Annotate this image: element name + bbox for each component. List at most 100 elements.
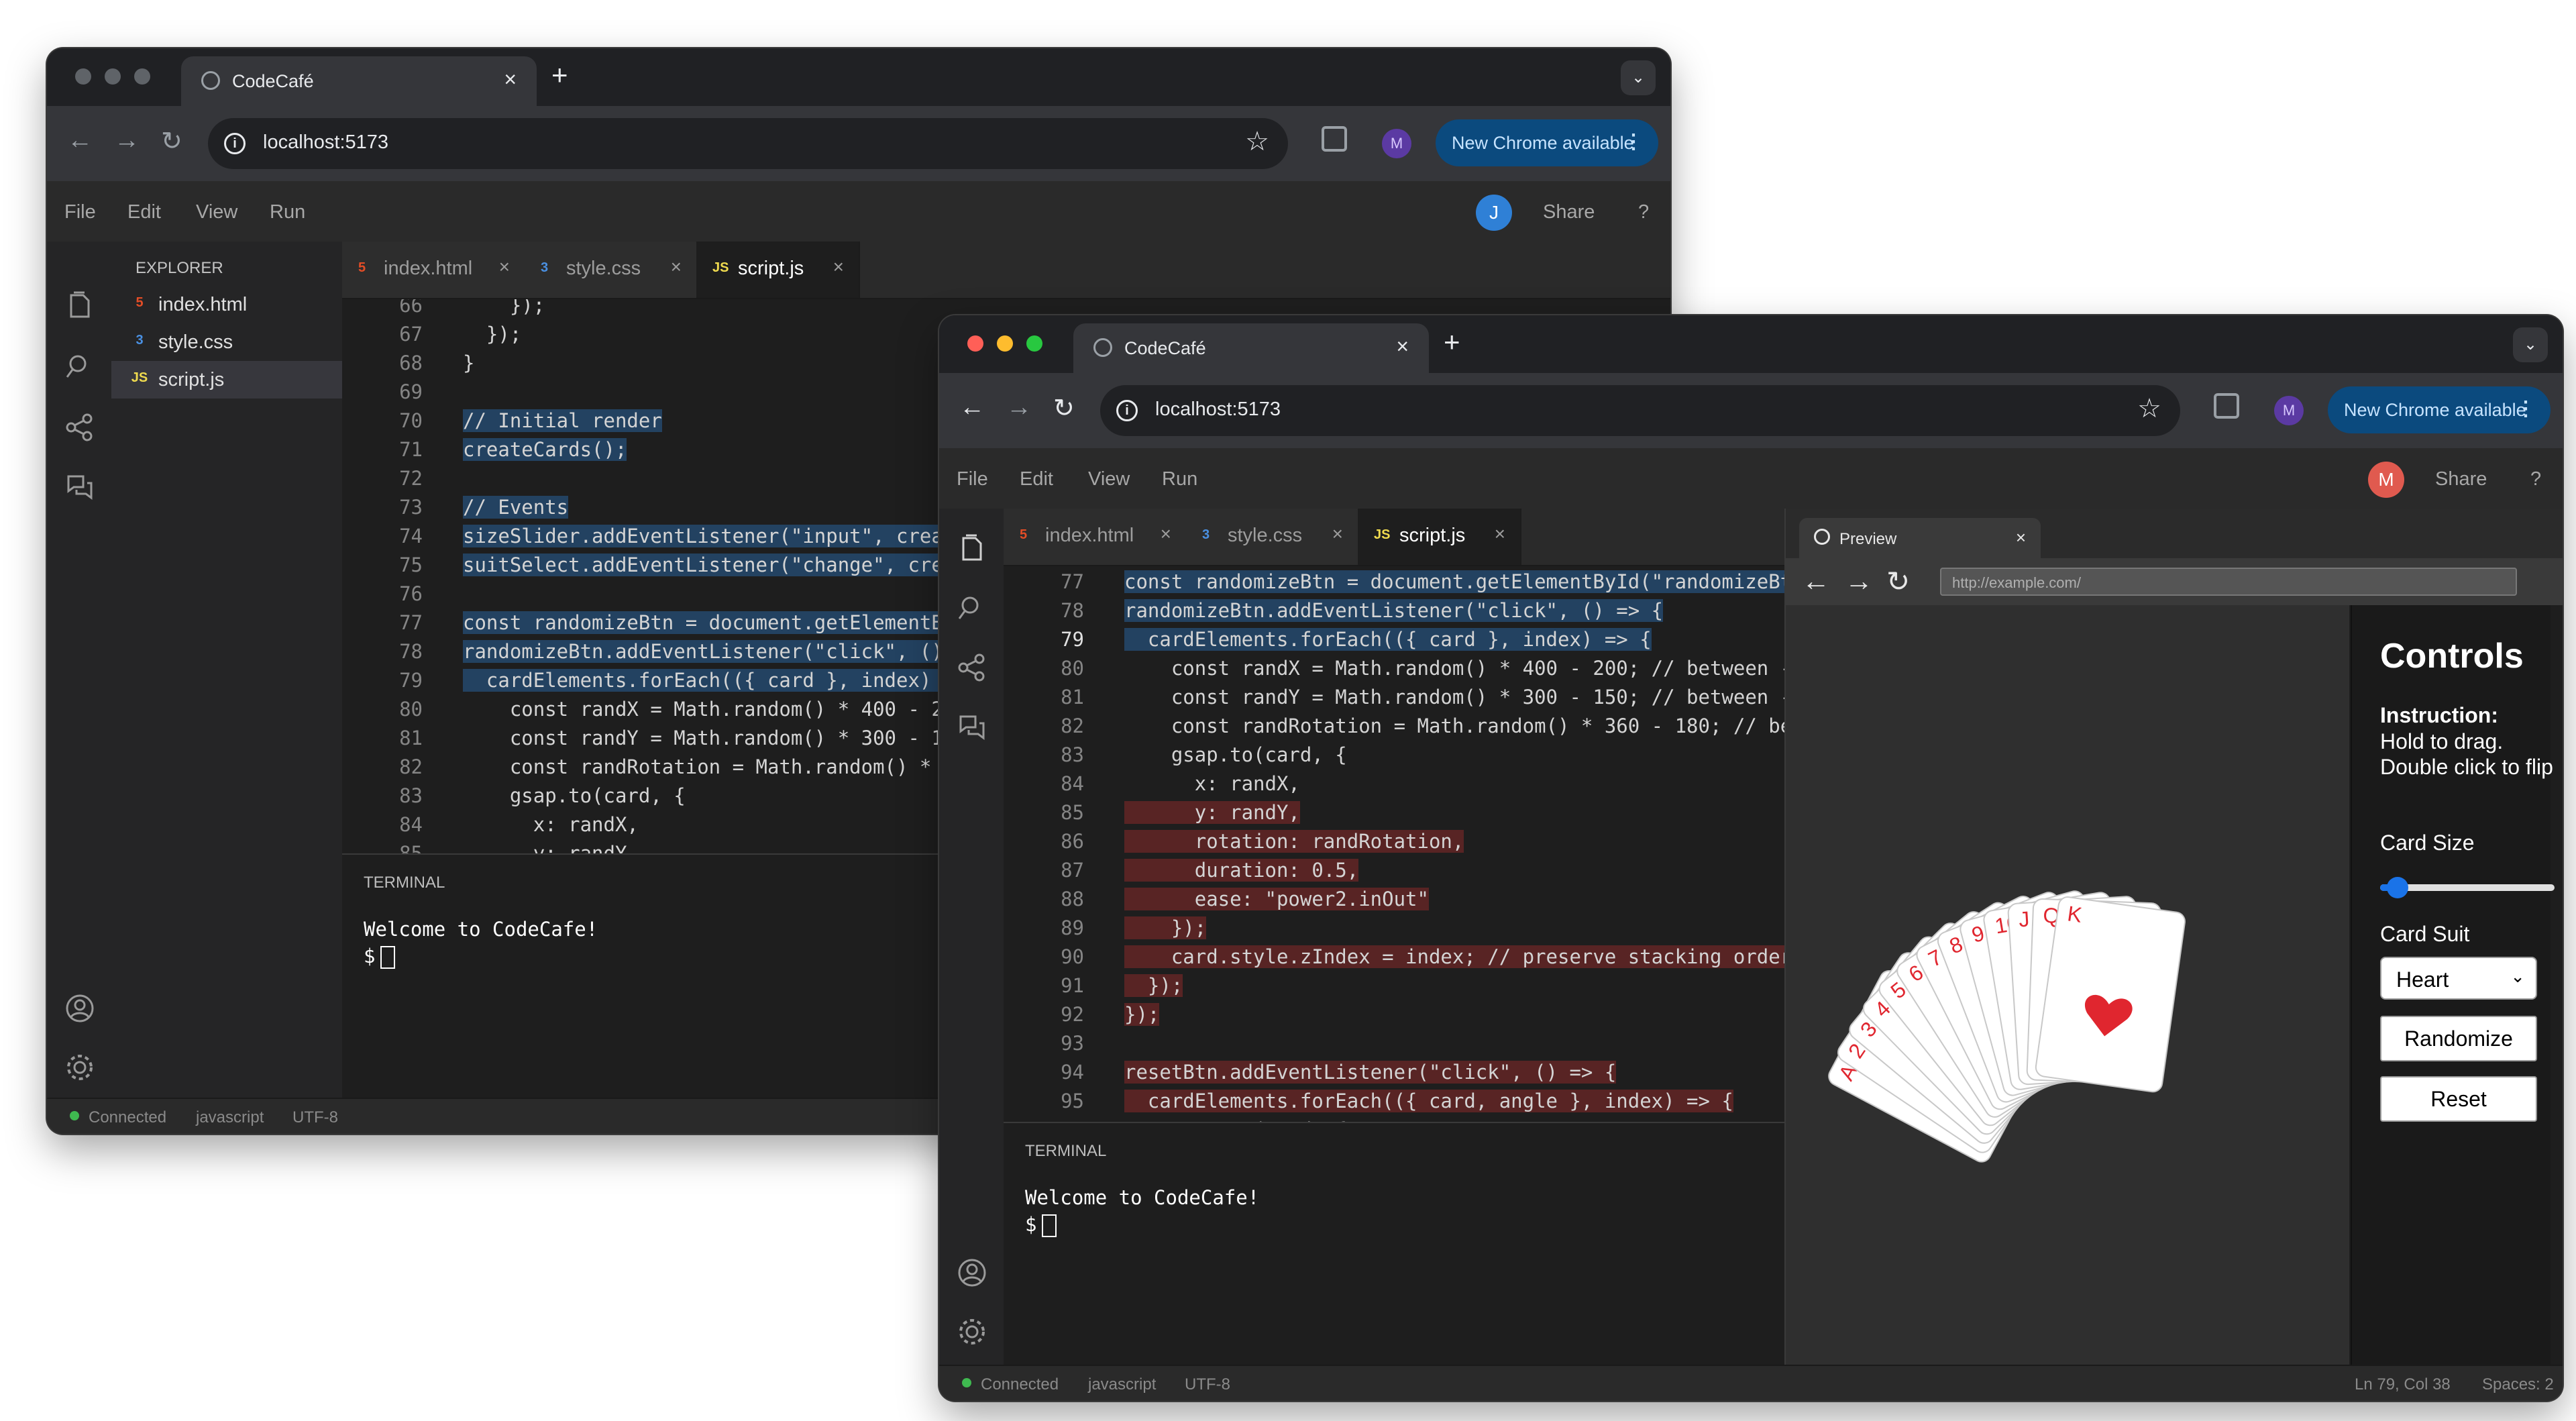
code-line[interactable]: 77 const randomizeBtn = document.getEleme… <box>1004 566 1784 595</box>
share-network-icon[interactable] <box>64 412 95 443</box>
browser-tab[interactable]: CodeCafé × <box>1073 323 1429 373</box>
close-tab-icon[interactable]: × <box>1396 334 1409 359</box>
minimize-window-button[interactable] <box>105 68 121 85</box>
close-tab-icon[interactable]: × <box>1161 523 1171 545</box>
forward-icon[interactable]: → <box>114 126 140 155</box>
zoom-window-button[interactable] <box>134 68 150 85</box>
chat-icon[interactable] <box>64 471 95 502</box>
file-encoding[interactable]: UTF-8 <box>1185 1375 1230 1394</box>
code-line[interactable]: 93 <box>1004 1028 1784 1057</box>
close-tab-icon[interactable]: × <box>499 256 510 278</box>
search-icon[interactable] <box>957 593 987 624</box>
share-network-icon[interactable] <box>957 652 987 683</box>
profile-avatar[interactable]: M <box>2274 396 2304 425</box>
card-fan[interactable]: A234567 8 9 10J Q K <box>1786 605 2349 1201</box>
file-item-index-html[interactable]: 5 index.html <box>111 286 342 323</box>
code-line[interactable]: 78 randomizeBtn.addEventListener("click",… <box>1004 595 1784 624</box>
menu-view[interactable]: View <box>1088 468 1130 490</box>
preview-reload-icon[interactable]: ↻ <box>1886 565 1910 598</box>
back-icon[interactable]: ← <box>959 393 985 422</box>
new-tab-button[interactable]: + <box>1444 326 1460 358</box>
code-line[interactable]: 89 }); <box>1004 912 1784 941</box>
code-line[interactable]: 79 cardElements.forEach(({ card }, index… <box>1004 624 1784 653</box>
chat-icon[interactable] <box>957 711 987 742</box>
extensions-icon[interactable] <box>2214 393 2239 419</box>
editor-tab-style-css[interactable]: 3 style.css × <box>1186 509 1359 565</box>
user-avatar[interactable]: J <box>1476 195 1512 231</box>
new-tab-button[interactable]: + <box>551 59 568 91</box>
account-icon[interactable] <box>64 993 95 1024</box>
search-icon[interactable] <box>64 352 95 382</box>
code-editor[interactable]: 77 const randomizeBtn = document.getEleme… <box>1004 566 1784 1122</box>
user-avatar[interactable]: M <box>2368 462 2404 498</box>
card-suit-select[interactable]: Heart ⌄ <box>2380 957 2537 1000</box>
editor-tab-script-js[interactable]: JS script.js × <box>1358 509 1521 565</box>
editor-tab-index-html[interactable]: 5 index.html × <box>1004 509 1187 565</box>
menu-run[interactable]: Run <box>270 201 305 223</box>
settings-gear-icon[interactable] <box>64 1052 95 1083</box>
chrome-update-button[interactable]: New Chrome available ⋮ <box>2328 386 2551 433</box>
card-size-slider[interactable] <box>2380 874 2555 900</box>
code-line[interactable]: 85 y: randY, <box>1004 797 1784 826</box>
close-tab-icon[interactable]: × <box>1495 523 1505 545</box>
reload-icon[interactable]: ↻ <box>161 126 182 156</box>
file-item-script-js[interactable]: JS script.js <box>111 361 342 399</box>
address-bar[interactable]: i localhost:5173 ☆ <box>208 118 1288 169</box>
cursor-position[interactable]: Ln 79, Col 38 <box>2355 1375 2451 1394</box>
share-button[interactable]: Share <box>2435 468 2487 490</box>
help-button[interactable]: ? <box>2530 468 2541 490</box>
file-item-style-css[interactable]: 3 style.css <box>111 323 342 361</box>
menu-view[interactable]: View <box>196 201 237 223</box>
settings-gear-icon[interactable] <box>957 1316 987 1347</box>
back-icon[interactable]: ← <box>67 126 93 155</box>
preview-tab[interactable]: Preview × <box>1799 518 2041 558</box>
menu-edit[interactable]: Edit <box>1020 468 1053 490</box>
menu-file[interactable]: File <box>64 201 96 223</box>
code-line[interactable]: 96 gsap.to(card, { <box>1004 1114 1784 1122</box>
menu-run[interactable]: Run <box>1162 468 1197 490</box>
menu-file[interactable]: File <box>957 468 988 490</box>
playing-card[interactable]: K <box>2035 896 2186 1093</box>
editor-tab-style-css[interactable]: 3 style.css × <box>525 242 698 298</box>
minimize-window-button[interactable] <box>997 335 1013 352</box>
files-icon[interactable] <box>64 290 95 321</box>
address-bar[interactable]: i localhost:5173 ☆ <box>1100 385 2180 436</box>
account-icon[interactable] <box>957 1257 987 1288</box>
kebab-menu-icon[interactable]: ⋮ <box>1623 130 1644 154</box>
tab-search-button[interactable]: ⌄ <box>2513 327 2548 362</box>
editor-tab-index-html[interactable]: 5 index.html × <box>342 242 526 298</box>
editor-tab-script-js[interactable]: JS script.js × <box>696 242 860 298</box>
bookmark-star-icon[interactable]: ☆ <box>2137 393 2161 424</box>
code-line[interactable]: 82 const randRotation = Math.random() * … <box>1004 710 1784 739</box>
tab-search-button[interactable]: ⌄ <box>1621 60 1656 95</box>
code-line[interactable]: 95 cardElements.forEach(({ card, angle }… <box>1004 1086 1784 1114</box>
close-tab-icon[interactable]: × <box>671 256 682 278</box>
code-line[interactable]: 86 rotation: randRotation, <box>1004 826 1784 855</box>
close-tab-icon[interactable]: × <box>504 67 517 92</box>
file-encoding[interactable]: UTF-8 <box>292 1108 338 1127</box>
code-line[interactable]: 83 gsap.to(card, { <box>1004 739 1784 768</box>
language-mode[interactable]: javascript <box>196 1108 264 1127</box>
code-line[interactable]: 94 resetBtn.addEventListener("click", () … <box>1004 1057 1784 1086</box>
code-line[interactable]: 88 ease: "power2.inOut" <box>1004 884 1784 912</box>
preview-back-icon[interactable]: ← <box>1802 565 1830 597</box>
close-window-button[interactable] <box>75 68 91 85</box>
browser-tab[interactable]: CodeCafé × <box>181 56 537 106</box>
chrome-update-button[interactable]: New Chrome available ⋮ <box>1436 119 1658 166</box>
terminal-panel[interactable]: TERMINAL Welcome to CodeCafe! $ <box>1004 1122 1784 1366</box>
reload-icon[interactable]: ↻ <box>1053 393 1075 423</box>
indentation[interactable]: Spaces: 2 <box>2482 1375 2554 1394</box>
menu-edit[interactable]: Edit <box>127 201 161 223</box>
site-info-icon[interactable]: i <box>224 133 246 154</box>
slider-thumb[interactable] <box>2387 877 2409 898</box>
randomize-button[interactable]: Randomize <box>2380 1016 2537 1061</box>
code-line[interactable]: 90 card.style.zIndex = index; // preserv… <box>1004 941 1784 970</box>
zoom-window-button[interactable] <box>1026 335 1042 352</box>
reset-button[interactable]: Reset <box>2380 1076 2537 1122</box>
help-button[interactable]: ? <box>1638 201 1649 223</box>
files-icon[interactable] <box>957 533 987 564</box>
close-tab-icon[interactable]: × <box>833 256 844 278</box>
code-line[interactable]: 81 const randY = Math.random() * 300 - 1… <box>1004 682 1784 710</box>
forward-icon[interactable]: → <box>1006 393 1032 422</box>
code-line[interactable]: 80 const randX = Math.random() * 400 - 2… <box>1004 653 1784 682</box>
